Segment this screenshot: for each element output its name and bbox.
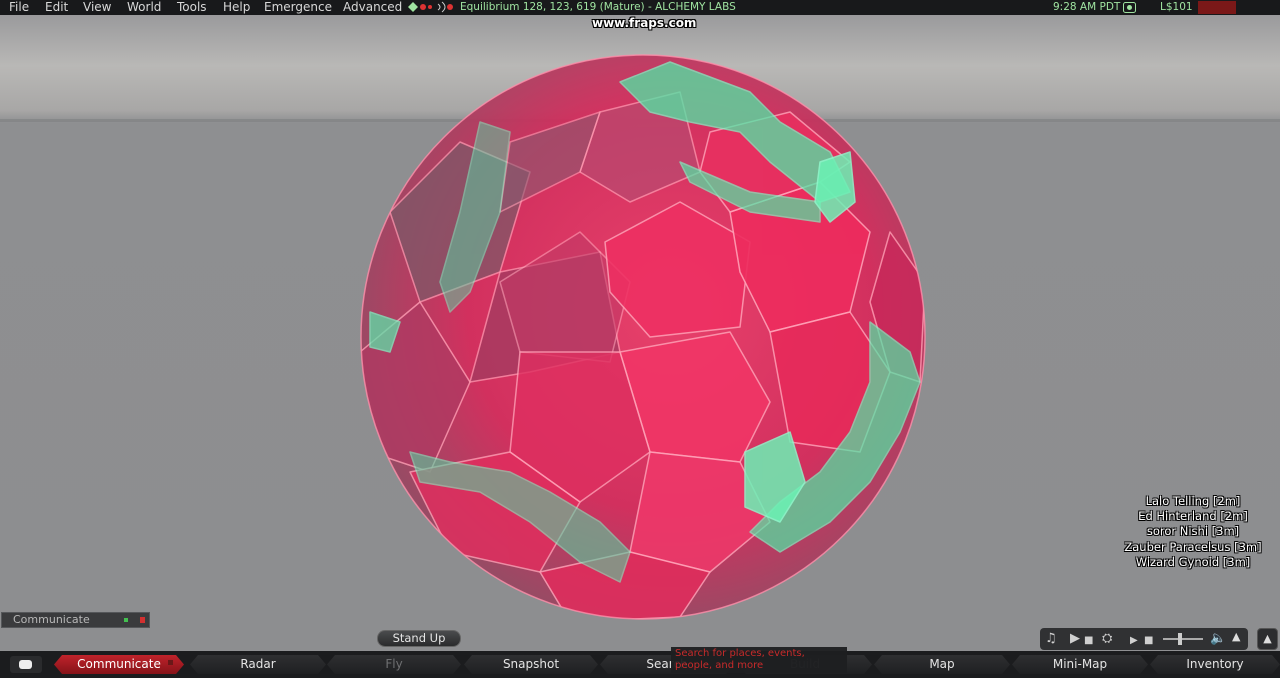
chat-bubble-button[interactable] (10, 656, 42, 673)
menu-view[interactable]: View (83, 0, 111, 15)
stop-music-icon[interactable]: ■ (1084, 633, 1093, 649)
expand-toolbar-button[interactable]: ▲ (1257, 628, 1278, 650)
chevron-up-icon[interactable]: ▲ (1232, 630, 1240, 643)
mini-map-button[interactable]: Mini-Map (1012, 655, 1148, 674)
nearby-avatar[interactable]: Ed Hinterland [2m] (1120, 509, 1266, 524)
online-indicator-icon (124, 618, 128, 622)
stand-up-button[interactable]: Stand Up (377, 630, 461, 647)
clock-readout: 9:28 AM PDT (1053, 1, 1121, 13)
stop-media-icon[interactable]: ■ (1144, 633, 1153, 649)
nearby-avatars-list: Lalo Telling [2m] Ed Hinterland [2m] sor… (1120, 494, 1266, 570)
media-controls: ♫ ▶ ■ ⛭ ▶ ■ 🔈 ▲ (1040, 628, 1248, 650)
inventory-button[interactable]: Inventory (1150, 655, 1280, 674)
fraps-watermark: www.fraps.com (592, 16, 697, 30)
volume-slider[interactable] (1163, 638, 1203, 640)
volume-slider-handle[interactable] (1178, 633, 1182, 645)
chat-bar-label: Communicate (13, 613, 90, 626)
menu-help[interactable]: Help (223, 0, 250, 15)
nearby-avatar[interactable]: Lalo Telling [2m] (1120, 494, 1266, 509)
buy-currency-button[interactable] (1198, 1, 1236, 14)
play-media-icon[interactable]: ▶ (1130, 633, 1138, 649)
balance-readout[interactable]: L$101 (1160, 0, 1193, 15)
play-music-icon[interactable]: ▶ (1070, 631, 1080, 647)
menu-advanced[interactable]: Advanced (343, 0, 402, 15)
location-readout[interactable]: Equilibrium 128, 123, 619 (Mature) - ALC… (460, 0, 736, 15)
polyhedron-sphere-object[interactable] (350, 52, 940, 632)
fly-button[interactable]: Fly (327, 655, 461, 674)
menu-edit[interactable]: Edit (45, 0, 68, 15)
parcel-status-icons[interactable] (406, 1, 454, 14)
nearby-avatar[interactable]: Zauber Paracelsus [3m] (1120, 540, 1266, 555)
menu-file[interactable]: File (9, 0, 29, 15)
nearby-avatar[interactable]: soror Nishi [3m] (1120, 524, 1266, 539)
snapshot-button[interactable]: Snapshot (464, 655, 598, 674)
radar-button[interactable]: Radar (190, 655, 326, 674)
currency-icon[interactable] (1123, 2, 1136, 13)
volume-icon[interactable]: 🔈 (1210, 631, 1226, 647)
nearby-chat-bar[interactable]: Communicate (1, 612, 150, 628)
music-icon[interactable]: ♫ (1045, 631, 1057, 647)
search-tooltip: Search for places, events, people, and m… (671, 647, 847, 673)
communicate-button[interactable]: Communicate (54, 655, 184, 674)
menu-emergence[interactable]: Emergence (264, 0, 332, 15)
menu-world[interactable]: World (127, 0, 161, 15)
close-icon[interactable] (140, 617, 145, 623)
bottom-toolbar: Communicate ♟ Radar Fly Snapshot Search … (0, 651, 1280, 678)
nearby-avatar[interactable]: Wizard Gynoid [3m] (1120, 555, 1266, 570)
media-camera-icon[interactable]: ⛭ (1102, 631, 1112, 647)
top-menu-bar: File Edit View World Tools Help Emergenc… (0, 0, 1280, 15)
menu-tools[interactable]: Tools (177, 0, 207, 15)
chat-bubble-icon (19, 660, 32, 669)
communicate-indicator (168, 660, 173, 665)
map-button[interactable]: Map (874, 655, 1010, 674)
